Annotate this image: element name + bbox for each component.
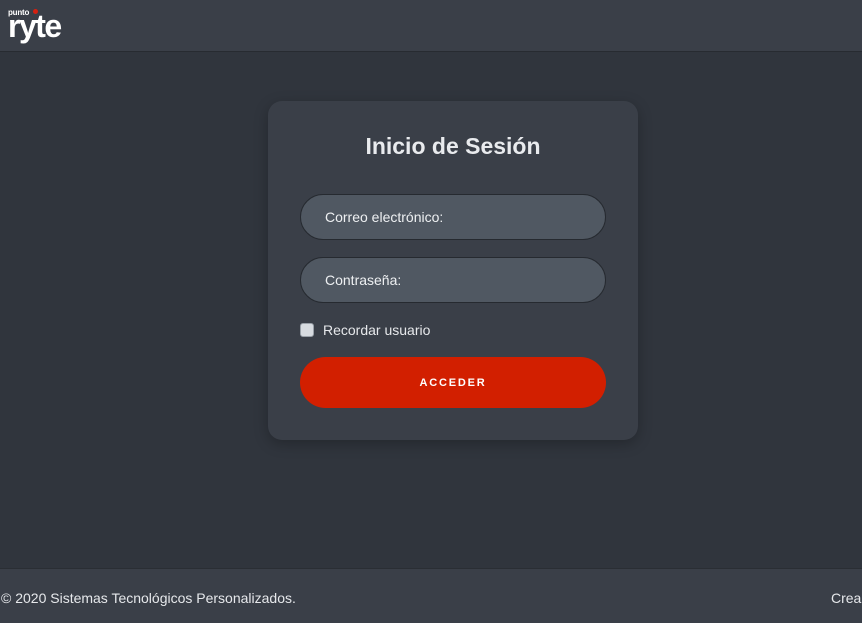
footer-credit: Crea <box>831 590 862 606</box>
brand-logo[interactable]: ryte punto <box>8 8 70 44</box>
login-card: Inicio de Sesión Recordar usuario ACCEDE… <box>268 101 638 440</box>
main-content: Inicio de Sesión Recordar usuario ACCEDE… <box>0 53 862 568</box>
logo-prefix: punto <box>8 8 30 17</box>
email-field[interactable] <box>300 194 606 240</box>
footer-copyright: © 2020 Sistemas Tecnológicos Personaliza… <box>1 590 296 606</box>
login-submit-button[interactable]: ACCEDER <box>300 357 606 408</box>
top-navbar: ryte punto <box>0 0 862 52</box>
page-footer: © 2020 Sistemas Tecnológicos Personaliza… <box>0 568 862 623</box>
logo-dot-icon <box>33 9 38 14</box>
remember-user-label[interactable]: Recordar usuario <box>323 322 430 338</box>
remember-user-checkbox[interactable] <box>300 323 314 337</box>
login-title: Inicio de Sesión <box>365 133 541 159</box>
password-field[interactable] <box>300 257 606 303</box>
remember-user-option[interactable]: Recordar usuario <box>300 321 430 339</box>
